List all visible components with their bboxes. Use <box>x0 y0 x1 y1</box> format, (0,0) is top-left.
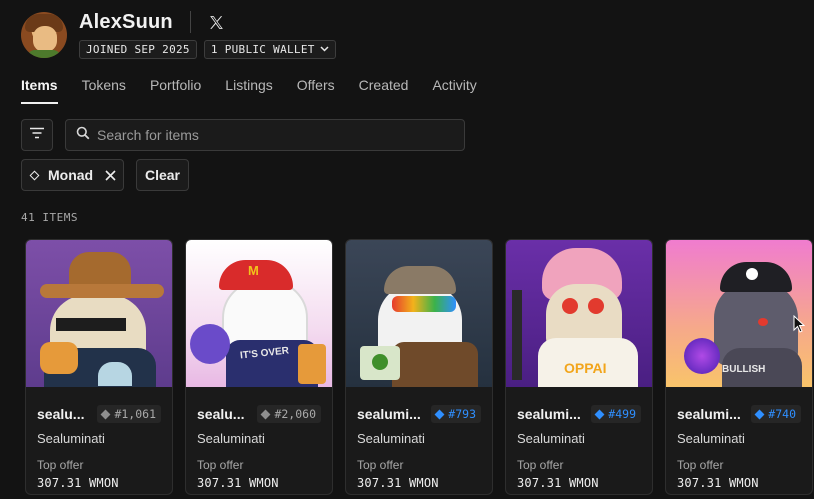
close-icon[interactable] <box>105 169 116 181</box>
token-id: #793 <box>448 407 476 421</box>
item-name[interactable]: sealumi... <box>357 406 421 422</box>
top-offer-label: Top offer <box>197 458 244 472</box>
token-id-badge: #793 <box>431 405 481 423</box>
tab-created[interactable]: Created <box>359 77 409 104</box>
items-grid: sealu... #1,061 Sealuminati Top offer 30… <box>25 239 813 495</box>
token-id-badge: #740 <box>751 405 801 423</box>
avatar[interactable] <box>21 12 67 58</box>
top-offer-label: Top offer <box>37 458 84 472</box>
profile-tabs: Items Tokens Portfolio Listings Offers C… <box>21 77 501 104</box>
joined-chip: JOINED SEP 2025 <box>79 40 197 59</box>
username: AlexSuun <box>79 10 173 33</box>
collection-name[interactable]: Sealuminati <box>37 431 161 446</box>
item-image[interactable] <box>346 240 492 387</box>
item-image[interactable]: M IT'S OVER <box>186 240 332 387</box>
top-offer-label: Top offer <box>517 458 564 472</box>
token-id: #740 <box>768 407 796 421</box>
item-image[interactable]: OPPAI <box>506 240 652 387</box>
item-name[interactable]: sealumi... <box>517 406 581 422</box>
profile-info: AlexSuun JOINED SEP 2025 1 PUBLIC WALLET <box>79 11 336 59</box>
top-offer-value: 307.31 WMON <box>677 476 759 490</box>
search-input[interactable] <box>97 127 437 143</box>
item-card[interactable]: M IT'S OVER sealu... #2,060 Sealuminati … <box>185 239 333 495</box>
profile-header: AlexSuun JOINED SEP 2025 1 PUBLIC WALLET <box>21 11 336 59</box>
top-offer-label: Top offer <box>357 458 404 472</box>
search-box[interactable] <box>65 119 465 151</box>
chain-text: BULLISH <box>722 364 766 375</box>
token-id-badge: #499 <box>591 405 641 423</box>
chevron-down-icon <box>320 45 329 55</box>
items-count: 41 ITEMS <box>21 211 78 224</box>
search-icon <box>76 126 90 145</box>
item-card[interactable]: sealumi... #793 Sealuminati Top offer 30… <box>345 239 493 495</box>
collection-name[interactable]: Sealuminati <box>357 431 481 446</box>
filter-icon <box>29 126 45 144</box>
diamond-icon <box>434 409 445 419</box>
collection-name[interactable]: Sealuminati <box>197 431 321 446</box>
diamond-icon <box>101 409 111 419</box>
token-id-badge: #1,061 <box>97 405 161 423</box>
top-offer-value: 307.31 WMON <box>197 476 279 490</box>
shirt-text: OPPAI <box>564 360 607 376</box>
item-name[interactable]: sealumi... <box>677 406 741 422</box>
divider <box>189 11 191 33</box>
clear-filters-button[interactable]: Clear <box>136 159 189 191</box>
diamond-icon <box>261 409 271 419</box>
item-image[interactable]: BULLISH <box>666 240 812 387</box>
wallet-label: 1 PUBLIC WALLET <box>210 43 315 56</box>
tab-tokens[interactable]: Tokens <box>82 77 126 104</box>
token-id: #2,060 <box>274 407 316 421</box>
tab-listings[interactable]: Listings <box>225 77 272 104</box>
top-offer-label: Top offer <box>677 458 724 472</box>
filter-tag-label: Monad <box>48 167 94 183</box>
x-logo-icon[interactable] <box>208 13 226 31</box>
token-id: #499 <box>608 407 636 421</box>
wallet-dropdown[interactable]: 1 PUBLIC WALLET <box>203 40 336 59</box>
top-offer-value: 307.31 WMON <box>37 476 119 490</box>
token-id-badge: #2,060 <box>257 405 321 423</box>
filter-button[interactable] <box>21 119 53 151</box>
tab-portfolio[interactable]: Portfolio <box>150 77 201 104</box>
diamond-icon <box>754 409 765 419</box>
item-name[interactable]: sealu... <box>197 406 244 422</box>
diamond-icon <box>594 409 605 419</box>
item-card[interactable]: BULLISH sealumi... #740 Sealuminati Top … <box>665 239 813 495</box>
filter-tag-monad[interactable]: Monad <box>21 159 124 191</box>
top-offer-value: 307.31 WMON <box>357 476 439 490</box>
token-id: #1,061 <box>114 407 156 421</box>
monad-diamond-icon <box>29 170 40 180</box>
item-image[interactable] <box>26 240 172 387</box>
collection-name[interactable]: Sealuminati <box>677 431 801 446</box>
tab-activity[interactable]: Activity <box>432 77 476 104</box>
tab-offers[interactable]: Offers <box>297 77 335 104</box>
mouse-cursor-icon <box>793 314 806 338</box>
item-card[interactable]: sealu... #1,061 Sealuminati Top offer 30… <box>25 239 173 495</box>
collection-name[interactable]: Sealuminati <box>517 431 641 446</box>
item-card[interactable]: OPPAI sealumi... #499 Sealuminati Top of… <box>505 239 653 495</box>
top-offer-value: 307.31 WMON <box>517 476 599 490</box>
tab-items[interactable]: Items <box>21 77 58 104</box>
item-name[interactable]: sealu... <box>37 406 84 422</box>
